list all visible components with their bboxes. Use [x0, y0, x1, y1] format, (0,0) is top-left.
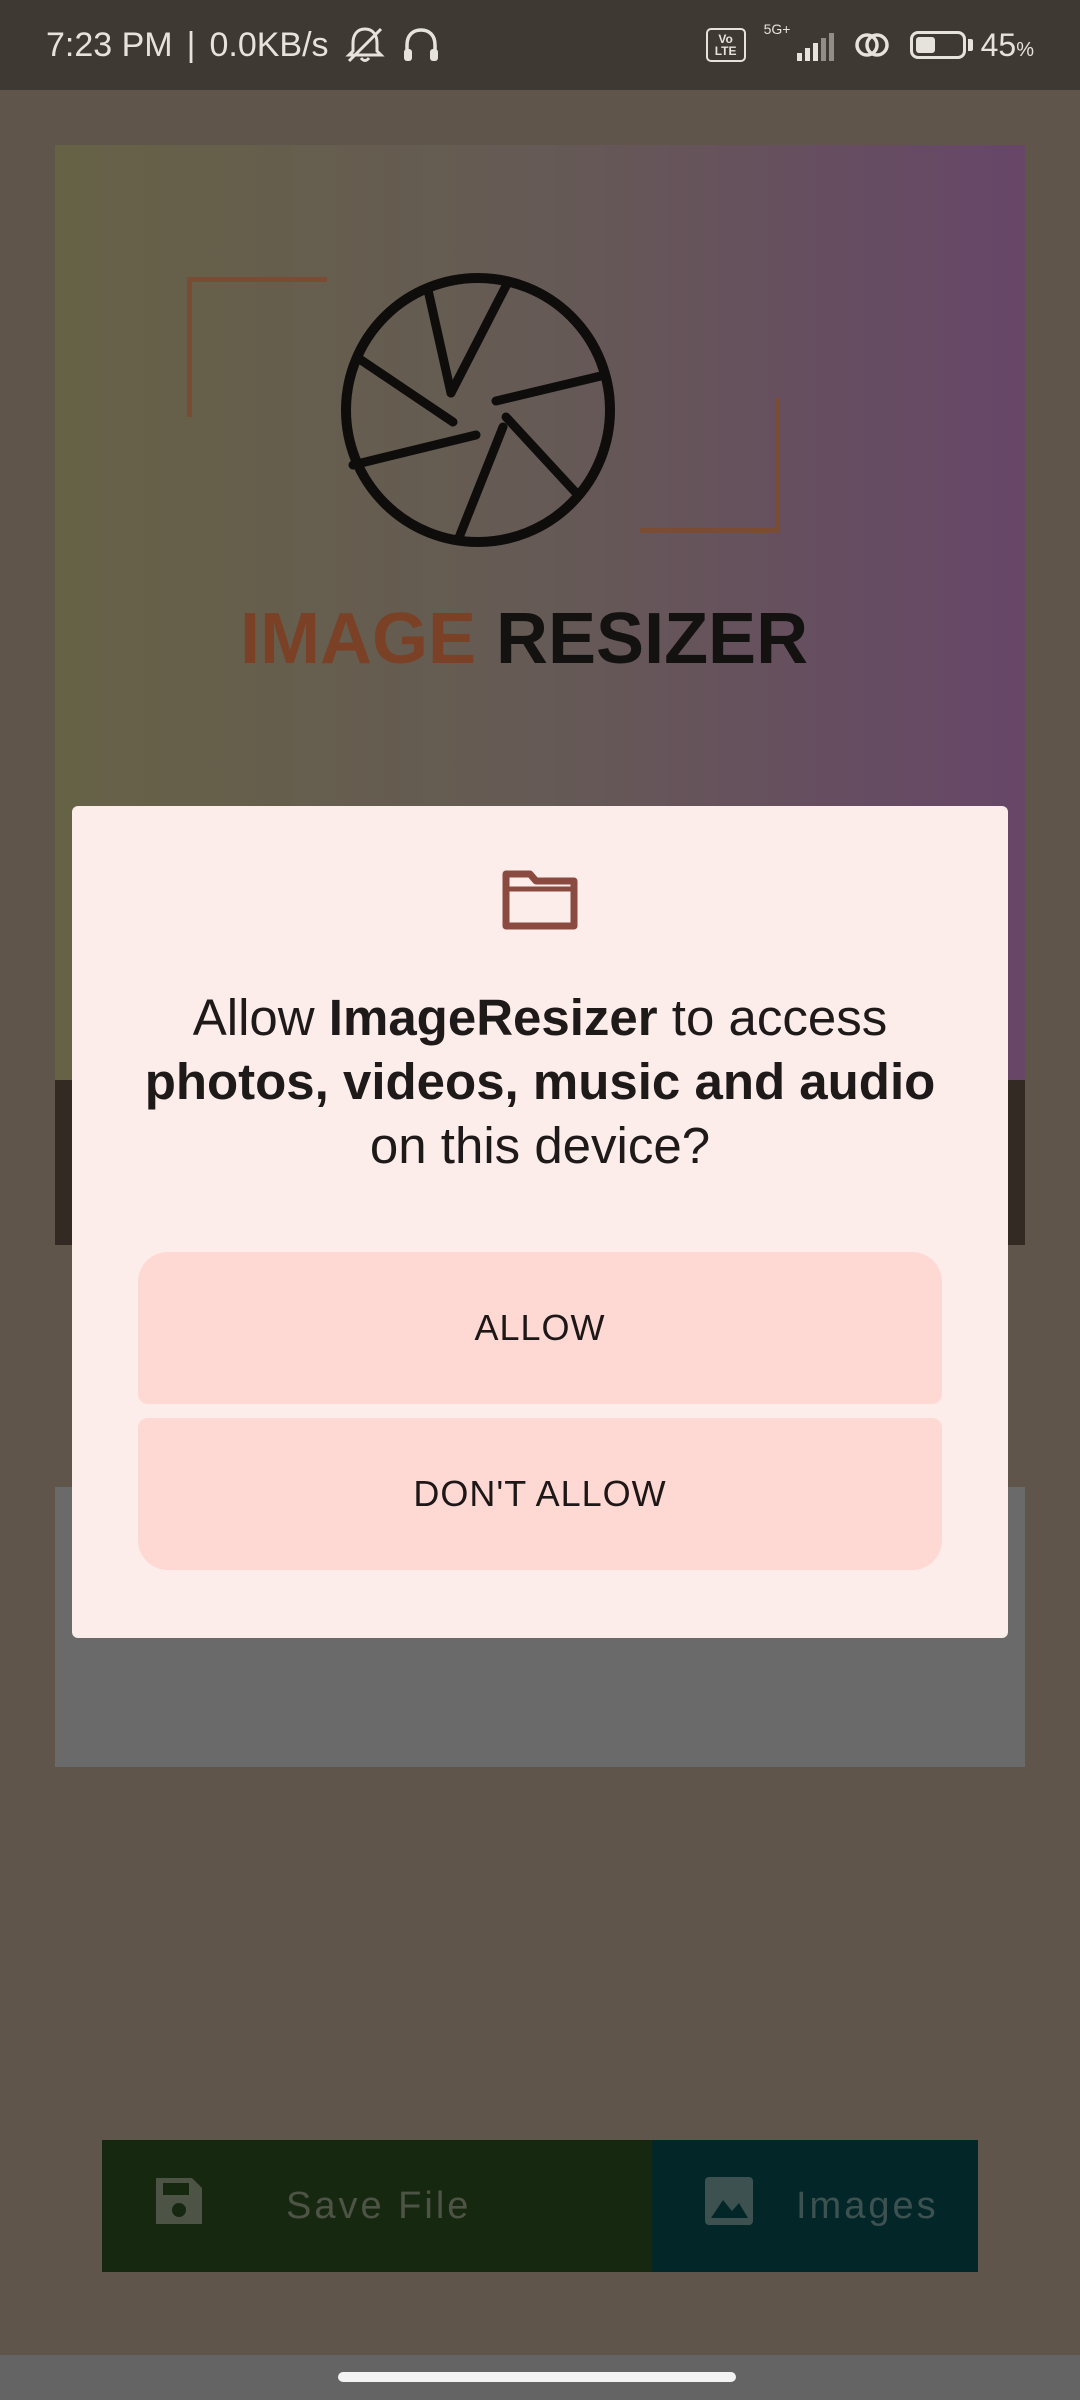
save-file-label: Save File — [286, 2184, 472, 2227]
signal-icon: 5G+ — [764, 21, 834, 65]
frame-corner-top-left — [187, 277, 327, 417]
volte-icon: Vo LTE — [705, 28, 746, 62]
dialog-title: Allow ImageResizer to access photos, vid… — [144, 989, 936, 1174]
bell-off-icon — [343, 25, 387, 65]
image-icon — [702, 2174, 756, 2238]
app-name: ImageResizer — [328, 989, 658, 1046]
folder-icon — [502, 870, 578, 930]
save-icon — [152, 2174, 206, 2238]
images-label: Images — [796, 2184, 939, 2227]
headphones-icon — [401, 25, 441, 65]
link-icon — [852, 25, 892, 65]
camera-aperture-icon — [341, 273, 615, 547]
battery-icon: 45% — [909, 26, 1034, 64]
status-bar: 7:23 PM | 0.0KB/s Vo LTE 5G+ 45% — [0, 0, 1080, 90]
app-logo-text: IMAGE RESIZER — [240, 599, 809, 679]
battery-percent: 45 — [980, 26, 1017, 63]
home-indicator[interactable] — [338, 2372, 736, 2382]
frame-corner-bottom-right — [640, 398, 780, 533]
permission-dialog: Allow ImageResizer to access photos, vid… — [72, 806, 1008, 1638]
status-network-speed: 0.0KB/s — [209, 25, 329, 64]
status-time: 7:23 PM — [46, 25, 173, 64]
images-button[interactable]: Images — [652, 2140, 978, 2272]
permission-scope: photos, videos, music and audio — [144, 1053, 936, 1110]
status-separator: | — [186, 25, 196, 64]
dont-allow-button[interactable]: DON'T ALLOW — [138, 1418, 942, 1570]
save-file-button[interactable]: Save File — [102, 2140, 652, 2272]
allow-button[interactable]: ALLOW — [138, 1252, 942, 1404]
